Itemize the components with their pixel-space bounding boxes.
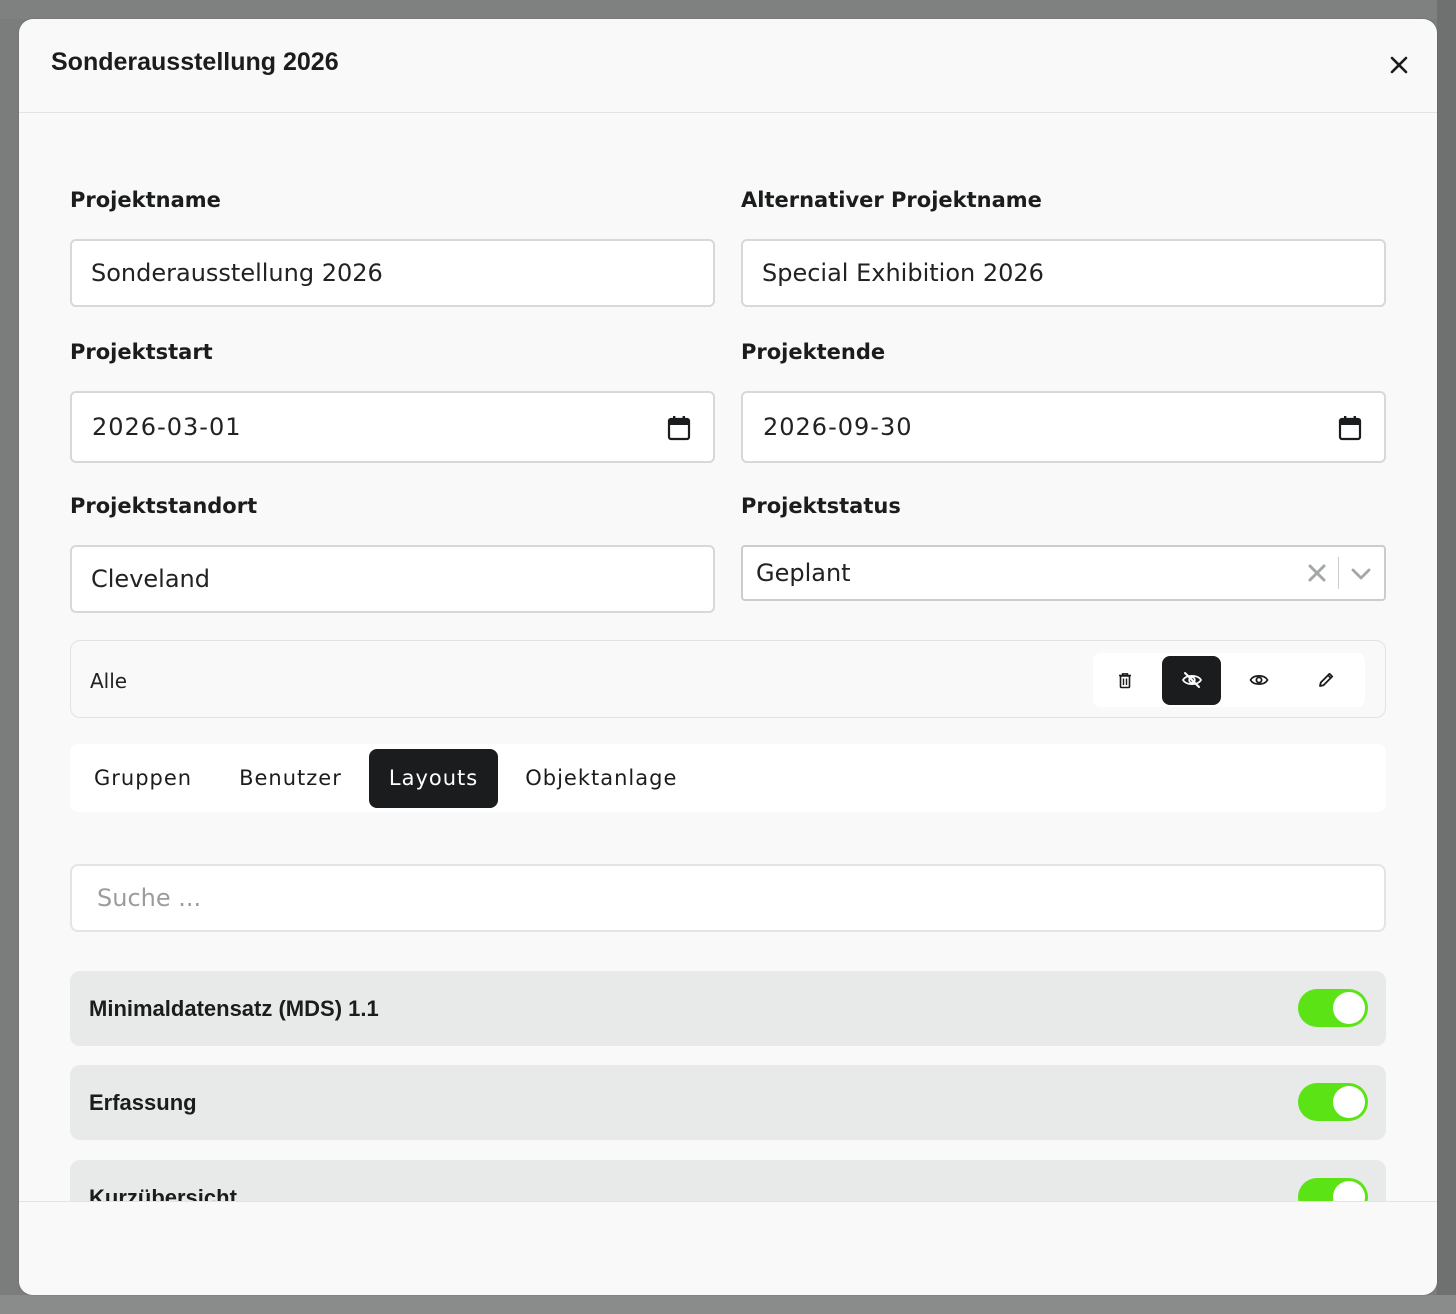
eye-off-icon	[1181, 672, 1202, 688]
layout-enabled-toggle[interactable]	[1298, 1178, 1368, 1201]
toggle-knob	[1333, 1086, 1365, 1118]
layout-enabled-toggle[interactable]	[1298, 1083, 1368, 1121]
layout-enabled-toggle[interactable]	[1298, 989, 1368, 1027]
project-start-input[interactable]: 2026-03-01	[70, 391, 715, 463]
tab-layouts[interactable]: Layouts	[368, 748, 499, 808]
search-placeholder: Suche ...	[97, 884, 202, 912]
search-input[interactable]: Suche ...	[70, 864, 1386, 932]
modal-title: Sonderausstellung 2026	[51, 48, 339, 76]
project-end-input[interactable]: 2026-09-30	[741, 391, 1386, 463]
permission-view-button[interactable]	[1229, 656, 1288, 705]
permission-hidden-button[interactable]	[1162, 655, 1221, 705]
toggle-knob	[1333, 1181, 1365, 1201]
modal-footer	[19, 1201, 1437, 1295]
tab-gruppen[interactable]: Gruppen	[74, 749, 212, 808]
project-status-select[interactable]: Geplant	[741, 545, 1386, 601]
close-button[interactable]	[1385, 51, 1413, 79]
backdrop-bottom	[0, 1295, 1456, 1314]
permission-delete-button[interactable]	[1095, 656, 1154, 705]
layout-name: Minimaldatensatz (MDS) 1.1	[89, 996, 379, 1021]
layout-row: Kurzübersicht	[70, 1160, 1386, 1201]
layout-row: Erfassung	[70, 1065, 1386, 1140]
project-location-value: Cleveland	[91, 565, 210, 593]
toggle-knob	[1333, 992, 1365, 1024]
project-modal: Sonderausstellung 2026 Projektname Sonde…	[19, 19, 1437, 1295]
modal-body: Projektname Sonderausstellung 2026 Alter…	[70, 113, 1386, 1201]
project-status-value: Geplant	[756, 559, 851, 587]
layout-name: Kurzübersicht	[89, 1185, 237, 1201]
modal-header: Sonderausstellung 2026	[19, 19, 1437, 113]
close-icon	[1390, 56, 1408, 74]
project-end-value: 2026-09-30	[763, 413, 913, 441]
select-separator	[1338, 557, 1339, 589]
tab-benutzer[interactable]: Benutzer	[219, 749, 362, 808]
project-name-input[interactable]: Sonderausstellung 2026	[70, 239, 715, 307]
tab-objektanlage[interactable]: Objektanlage	[505, 749, 697, 808]
alt-project-name-input[interactable]: Special Exhibition 2026	[741, 239, 1386, 307]
eye-icon	[1248, 674, 1269, 686]
alt-project-name-label: Alternativer Projektname	[741, 188, 1042, 212]
project-name-label: Projektname	[70, 188, 221, 212]
project-start-value: 2026-03-01	[92, 413, 242, 441]
alt-project-name-value: Special Exhibition 2026	[762, 259, 1044, 287]
project-location-label: Projektstandort	[70, 494, 258, 518]
layout-name: Erfassung	[89, 1090, 197, 1115]
tab-bar: Gruppen Benutzer Layouts Objektanlage	[70, 744, 1386, 812]
calendar-icon[interactable]	[1338, 415, 1362, 441]
layout-row: Minimaldatensatz (MDS) 1.1	[70, 971, 1386, 1046]
calendar-icon[interactable]	[667, 415, 691, 441]
clear-icon[interactable]	[1306, 562, 1328, 584]
project-start-label: Projektstart	[70, 340, 213, 364]
permission-scope-label: Alle	[90, 669, 128, 693]
trash-icon	[1118, 672, 1131, 688]
backdrop-right	[1437, 0, 1456, 1314]
project-location-input[interactable]: Cleveland	[70, 545, 715, 613]
permission-bar: Alle	[70, 640, 1386, 718]
backdrop	[0, 0, 1456, 19]
permission-edit-button[interactable]	[1296, 656, 1355, 705]
chevron-down-icon[interactable]	[1350, 564, 1372, 584]
permission-toggle-group	[1093, 653, 1365, 707]
pencil-icon	[1318, 672, 1333, 687]
project-end-label: Projektende	[741, 340, 886, 364]
project-name-value: Sonderausstellung 2026	[91, 259, 383, 287]
project-status-label: Projektstatus	[741, 494, 901, 518]
